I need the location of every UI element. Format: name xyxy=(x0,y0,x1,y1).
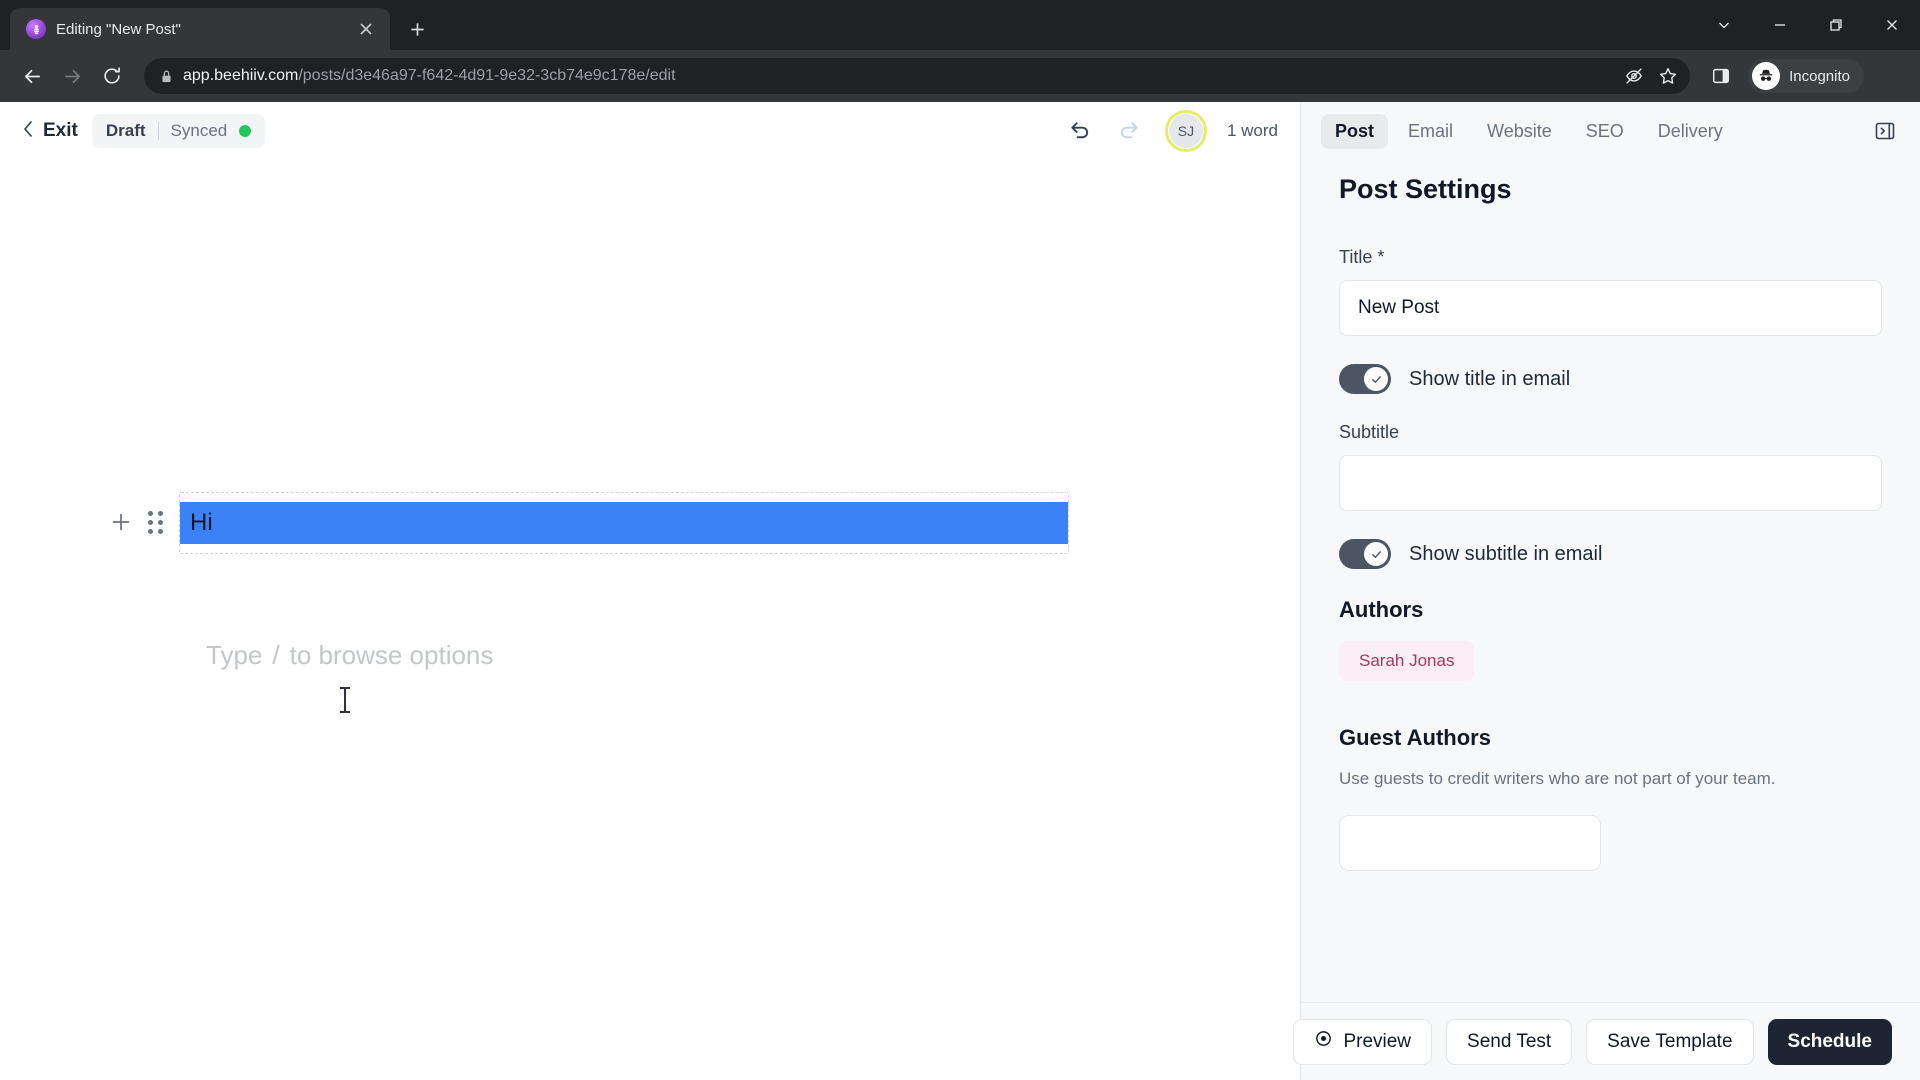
url-domain: app.beehiiv.com xyxy=(183,67,299,84)
show-title-in-email-label: Show title in email xyxy=(1409,367,1571,390)
editor-header-actions: SJ 1 word xyxy=(1065,110,1278,152)
undo-icon[interactable] xyxy=(1065,116,1095,146)
maximize-icon[interactable] xyxy=(1808,4,1864,46)
panel-tabs: Post Email Website SEO Delivery xyxy=(1301,102,1920,160)
status-badge: Draft Synced xyxy=(91,114,266,148)
eye-off-icon[interactable] xyxy=(1618,60,1650,92)
tab-close-icon[interactable] xyxy=(354,17,378,41)
address-bar[interactable]: app.beehiiv.com/posts/d3e46a97-f642-4d91… xyxy=(144,58,1691,94)
text-cursor-icon xyxy=(340,687,350,713)
drag-handle-icon[interactable] xyxy=(148,510,163,534)
three-dot-menu-icon[interactable] xyxy=(1872,59,1906,93)
check-icon xyxy=(1364,367,1388,391)
url-path: /posts/d3e46a97-f642-4d91-9e32-3cb74e9c1… xyxy=(298,67,676,84)
status-divider xyxy=(157,122,159,140)
back-arrow-icon[interactable] xyxy=(14,58,50,94)
incognito-label: Incognito xyxy=(1789,67,1850,85)
star-icon[interactable] xyxy=(1652,60,1684,92)
page-title: Post Settings xyxy=(1339,174,1512,204)
side-panel-icon[interactable] xyxy=(1704,59,1738,93)
exit-label: Exit xyxy=(43,120,78,141)
status-draft-label: Draft xyxy=(105,121,146,140)
guest-authors-description: Use guests to credit writers who are not… xyxy=(1339,769,1776,788)
exit-button[interactable]: Exit xyxy=(22,120,78,143)
guest-author-input[interactable] xyxy=(1339,815,1601,871)
close-window-icon[interactable] xyxy=(1864,4,1920,46)
browser-tabstrip: Editing "New Post" xyxy=(0,0,1920,50)
editor-placeholder: Type / to browse options xyxy=(206,640,493,671)
avatar-initials: SJ xyxy=(1168,114,1203,148)
tab-email[interactable]: Email xyxy=(1394,114,1467,149)
address-bar-url: app.beehiiv.com/posts/d3e46a97-f642-4d91… xyxy=(183,67,1608,85)
editor-header: Exit Draft Synced SJ 1 word xyxy=(0,102,1300,160)
window-controls xyxy=(1696,0,1920,50)
browser-tab-title: Editing "New Post" xyxy=(56,20,181,38)
editor-block[interactable]: Hi xyxy=(110,492,1069,555)
avatar[interactable]: SJ xyxy=(1164,110,1207,152)
browser-window: Editing "New Post" app.beehiiv.com/posts… xyxy=(0,0,1920,1080)
omnibox-actions xyxy=(1618,60,1684,92)
tab-website[interactable]: Website xyxy=(1473,114,1566,149)
word-count-label: 1 word xyxy=(1226,121,1278,140)
panel-body: Post Settings Title * New Post Show titl… xyxy=(1301,160,1920,1080)
preview-label: Preview xyxy=(1343,1030,1412,1052)
block-container[interactable]: Hi xyxy=(179,492,1069,555)
redo-icon[interactable] xyxy=(1115,116,1145,146)
show-subtitle-in-email-row[interactable]: Show subtitle in email xyxy=(1339,539,1882,569)
reload-icon[interactable] xyxy=(94,58,130,94)
post-settings-panel: Post Email Website SEO Delivery Post Set… xyxy=(1293,102,1920,1080)
subtitle-input[interactable] xyxy=(1339,455,1882,511)
show-title-in-email-row[interactable]: Show title in email xyxy=(1339,364,1882,394)
authors-heading: Authors xyxy=(1339,597,1424,622)
incognito-badge[interactable]: Incognito xyxy=(1748,59,1864,93)
beehiiv-bee-icon xyxy=(26,19,46,39)
author-chip[interactable]: Sarah Jonas xyxy=(1339,641,1475,681)
forward-arrow-icon[interactable] xyxy=(54,58,90,94)
beehiiv-app: Exit Draft Synced SJ 1 word Hi Type / to… xyxy=(0,102,1920,1080)
minimize-icon[interactable] xyxy=(1752,4,1808,46)
authors-chip-list: Sarah Jonas xyxy=(1339,641,1882,681)
show-title-in-email-toggle[interactable] xyxy=(1339,364,1391,394)
chevron-down-icon[interactable] xyxy=(1696,4,1752,46)
placeholder-slash: / xyxy=(272,640,280,670)
check-icon xyxy=(1364,542,1388,566)
collapse-panel-icon[interactable] xyxy=(1870,116,1900,146)
placeholder-suffix: to browse options xyxy=(289,640,494,670)
new-tab-button[interactable] xyxy=(400,12,434,46)
block-tools xyxy=(110,492,179,552)
browser-toolbar: app.beehiiv.com/posts/d3e46a97-f642-4d91… xyxy=(0,50,1920,102)
title-field-label: Title * xyxy=(1339,247,1385,267)
guest-authors-heading: Guest Authors xyxy=(1339,725,1491,750)
tab-delivery[interactable]: Delivery xyxy=(1644,114,1737,149)
preview-button[interactable]: Preview xyxy=(1293,1018,1433,1065)
save-template-button[interactable]: Save Template xyxy=(1586,1018,1754,1065)
incognito-hat-icon xyxy=(1752,62,1781,90)
panel-footer: Preview Send Test Save Template Schedule xyxy=(1293,1002,1920,1080)
editor-canvas[interactable]: Hi Type / to browse options xyxy=(0,160,1300,1080)
tab-post[interactable]: Post xyxy=(1321,113,1389,149)
guest-authors-row xyxy=(1339,815,1882,871)
schedule-button[interactable]: Schedule xyxy=(1767,1018,1892,1065)
show-subtitle-in-email-toggle[interactable] xyxy=(1339,539,1391,569)
block-text[interactable]: Hi xyxy=(180,502,1068,545)
sync-status-dot xyxy=(239,125,252,137)
plus-icon[interactable] xyxy=(110,511,132,533)
placeholder-prefix: Type xyxy=(206,640,263,670)
subtitle-field-label: Subtitle xyxy=(1339,422,1400,442)
send-test-button[interactable]: Send Test xyxy=(1446,1018,1573,1065)
status-sync-label: Synced xyxy=(170,121,228,140)
tab-seo[interactable]: SEO xyxy=(1572,114,1638,149)
title-input[interactable]: New Post xyxy=(1339,280,1882,336)
show-subtitle-in-email-label: Show subtitle in email xyxy=(1409,542,1603,565)
eye-icon xyxy=(1314,1029,1333,1054)
editor-pane: Exit Draft Synced SJ 1 word Hi Type / to… xyxy=(0,102,1300,1080)
lock-icon xyxy=(160,69,173,84)
chevron-left-icon xyxy=(22,120,35,143)
browser-tab[interactable]: Editing "New Post" xyxy=(10,8,390,50)
